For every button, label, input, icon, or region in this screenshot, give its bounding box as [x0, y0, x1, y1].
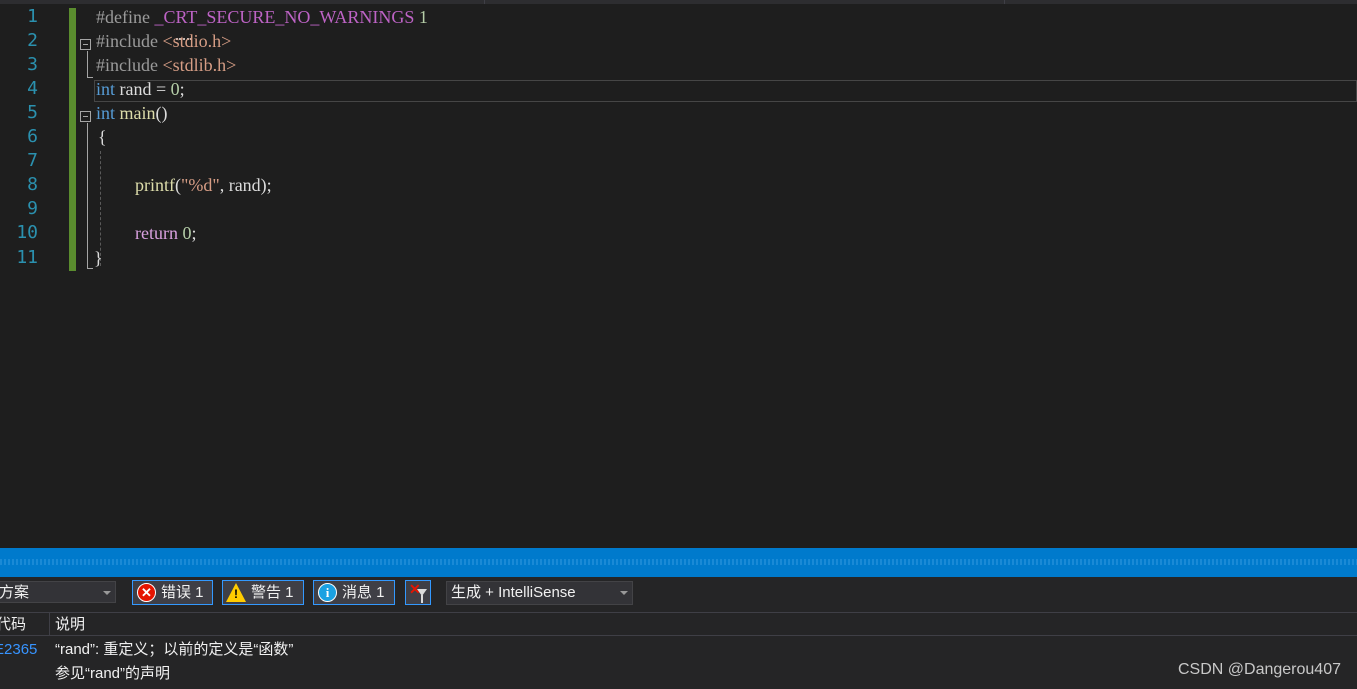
keyword-token: int [96, 103, 116, 123]
column-separator[interactable] [49, 613, 50, 636]
include-path-token: <stdlib.h> [162, 55, 237, 75]
warning-icon: ! [226, 583, 246, 602]
code-text: #include <stdio.h> [96, 29, 231, 53]
code-line-8: 8 printf("%d", rand); [0, 173, 1357, 197]
line-number: 1 [27, 6, 38, 27]
code-line-2: 2 #include <stdio.h> [0, 29, 1357, 53]
line-number: 11 [16, 247, 38, 268]
code-text: { [98, 127, 107, 147]
error-icon: ✕ [137, 583, 156, 602]
code-line-5: 5 int main() [0, 101, 1357, 125]
number-token: 1 [418, 7, 428, 27]
code-line-10: 10 return 0; [0, 221, 1357, 245]
error-description: “rand”: 重定义；以前的定义是“函数” [55, 641, 294, 658]
watermark: CSDN @Dangerou407 [1178, 661, 1341, 678]
control-keyword-token: return [135, 223, 178, 243]
code-line-7: 7 [0, 149, 1357, 173]
line-number: 10 [16, 222, 38, 243]
line-number: 9 [27, 198, 38, 219]
punctuation-token: ; [179, 79, 185, 99]
error-list-toolbar: 方案 ✕ 错误 1 ! 警告 1 i 消息 1 ✕ 生成 + IntelliSe… [0, 577, 1357, 608]
filter-icon [417, 589, 427, 603]
panel-splitter[interactable] [0, 548, 1357, 577]
warnings-label: 警告 1 [251, 584, 294, 601]
code-text: printf("%d", rand); [135, 173, 272, 197]
keyword-token: int [96, 79, 116, 99]
info-icon: i [318, 583, 337, 602]
code-line-4: 4 int rand = 0; [0, 77, 1357, 101]
dropdown-caret-icon [103, 591, 111, 595]
code-line-11: 11 } [0, 246, 1357, 270]
scope-label: 方案 [0, 584, 30, 601]
punctuation-token: () [155, 103, 168, 123]
include-path-token: <stdio.h> [162, 31, 232, 51]
line-number: 7 [27, 150, 38, 171]
code-line-1: 1 #define _CRT_SECURE_NO_WARNINGS 1 [0, 5, 1357, 29]
code-text: int rand = 0; [96, 77, 185, 101]
code-line-6: 6 { [0, 125, 1357, 149]
error-detail-row[interactable]: 参见“rand”的声明 [55, 665, 170, 683]
error-code[interactable]: E2365 [0, 641, 37, 659]
macro-token: _CRT_SECURE_NO_WARNINGS [154, 7, 415, 27]
identifier-token: rand = [115, 79, 171, 99]
column-header-code[interactable]: 代码 [0, 616, 26, 634]
line-number: 4 [27, 78, 38, 99]
code-text: return 0; [135, 221, 197, 245]
preprocessor-token: #define [96, 7, 155, 27]
error-list-panel: 方案 ✕ 错误 1 ! 警告 1 i 消息 1 ✕ 生成 + IntelliSe… [0, 577, 1357, 689]
code-text: #include <stdlib.h> [96, 53, 236, 77]
error-row[interactable]: E2365 “rand”: 重定义；以前的定义是“函数” [0, 639, 1357, 661]
messages-label: 消息 1 [342, 584, 385, 601]
function-token: main [119, 103, 156, 123]
clear-filter-button[interactable]: ✕ [405, 580, 431, 605]
punctuation-token: ; [191, 223, 197, 243]
errors-filter-button[interactable]: ✕ 错误 1 [132, 580, 213, 605]
line-number: 8 [27, 174, 38, 195]
code-text: #define _CRT_SECURE_NO_WARNINGS 1 [96, 5, 428, 29]
preprocessor-token: #include [96, 55, 163, 75]
scope-dropdown[interactable]: 方案 [0, 581, 116, 603]
error-list-header: 代码 说明 [0, 612, 1357, 636]
column-header-description[interactable]: 说明 [55, 616, 85, 634]
code-editor[interactable]: 1 #define _CRT_SECURE_NO_WARNINGS 1 2 #i… [0, 4, 1357, 548]
code-text: int main() [96, 101, 168, 125]
number-token: 0 [170, 79, 180, 99]
line-number: 3 [27, 54, 38, 75]
code-line-9: 9 [0, 197, 1357, 221]
build-filter-dropdown[interactable]: 生成 + IntelliSense [446, 581, 633, 605]
warnings-filter-button[interactable]: ! 警告 1 [222, 580, 304, 605]
errors-label: 错误 1 [161, 584, 204, 601]
code-line-3: 3 #include <stdlib.h> [0, 53, 1357, 77]
build-filter-label: 生成 + IntelliSense [451, 584, 576, 601]
code-text: } [94, 248, 103, 268]
line-number: 6 [27, 126, 38, 147]
dropdown-caret-icon [620, 591, 628, 595]
string-token: "%d" [181, 175, 220, 195]
line-number: 5 [27, 102, 38, 123]
identifier-token: , rand); [219, 175, 272, 195]
preprocessor-token: #include [96, 31, 163, 51]
function-token: printf [135, 175, 175, 195]
messages-filter-button[interactable]: i 消息 1 [313, 580, 395, 605]
line-number: 2 [27, 30, 38, 51]
